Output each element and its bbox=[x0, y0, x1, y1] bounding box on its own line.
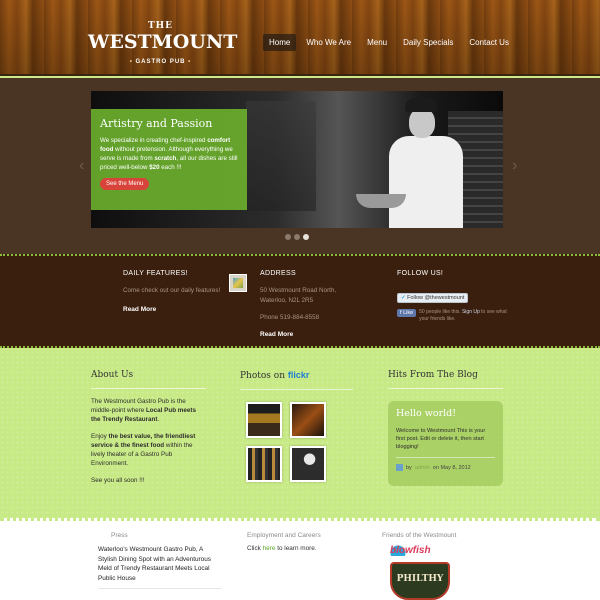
press-title: Press bbox=[111, 532, 128, 539]
flickr-photo-4[interactable] bbox=[290, 446, 326, 482]
hero-slider: Artistry and Passion We specialize in cr… bbox=[91, 91, 503, 228]
facebook-icon: f bbox=[400, 310, 402, 316]
blog-post-title[interactable]: Hello world! bbox=[396, 408, 495, 419]
logo-name: WESTMOUNT bbox=[88, 31, 238, 53]
blog-section: Hits From The Blog bbox=[388, 370, 503, 389]
blowfish-logo[interactable]: blowfish bbox=[388, 545, 448, 556]
main-nav: Home Who We Are Menu Daily Specials Cont… bbox=[263, 34, 519, 51]
press-section: Press Waterloo's Westmount Gastro Pub, A… bbox=[98, 532, 222, 594]
follow-us: FOLLOW US! ✓ Follow @thewestmount f Like… bbox=[397, 270, 517, 323]
see-menu-button[interactable]: See the Menu bbox=[100, 178, 150, 190]
address-line1: 50 Westmount Road North, bbox=[260, 287, 337, 294]
blog-post-excerpt: Welcome to Westmount This is your first … bbox=[396, 427, 495, 458]
press-article-link[interactable]: Waterloo's Westmount Gastro Pub, A Styli… bbox=[98, 545, 222, 589]
logo-bullet-left: • bbox=[129, 59, 133, 65]
slider-dot-1[interactable] bbox=[285, 234, 291, 240]
site-logo[interactable]: THE WESTMOUNT • GASTRO PUB • bbox=[88, 21, 238, 66]
facebook-like-row: f Like 50 people like this. Sign Up to s… bbox=[397, 309, 517, 323]
site-footer: Press Waterloo's Westmount Gastro Pub, A… bbox=[0, 518, 600, 600]
slider-next-arrow[interactable]: › bbox=[512, 157, 517, 175]
careers-title: Employment and Careers bbox=[247, 532, 321, 539]
map-thumbnail-icon[interactable] bbox=[229, 274, 247, 292]
chef-photo bbox=[356, 96, 471, 228]
careers-section: Employment and Careers Click here to lea… bbox=[247, 532, 367, 552]
careers-text: Click here to learn more. bbox=[247, 545, 317, 552]
flickr-logo[interactable]: flickr bbox=[288, 370, 310, 380]
flickr-photo-2[interactable] bbox=[290, 402, 326, 438]
blog-author-link[interactable]: admin bbox=[415, 465, 430, 471]
slider-dot-2[interactable] bbox=[294, 234, 300, 240]
daily-features: DAILY FEATURES! Come check out our daily… bbox=[123, 270, 223, 313]
site-header: THE WESTMOUNT • GASTRO PUB • Home Who We… bbox=[0, 0, 600, 76]
blog-post-card: Hello world! Welcome to Westmount This i… bbox=[388, 401, 503, 486]
features-bar: DAILY FEATURES! Come check out our daily… bbox=[0, 254, 600, 348]
about-title: About Us bbox=[91, 370, 206, 389]
daily-read-more-link[interactable]: Read More bbox=[123, 306, 223, 313]
about-section: About Us The Westmount Gastro Pub is the… bbox=[91, 370, 206, 485]
daily-features-text: Come check out our daily features! bbox=[123, 287, 221, 294]
hero-section: ‹ Artistry and Passion We specialize in … bbox=[0, 78, 600, 254]
blog-post-date: on May 8, 2012 bbox=[432, 464, 471, 471]
logo-bullet-right: • bbox=[188, 59, 192, 65]
address-block: ADDRESS 50 Westmount Road North, Waterlo… bbox=[260, 270, 370, 338]
about-paragraph-1: The Westmount Gastro Pub is the middle-p… bbox=[91, 398, 196, 423]
photos-section: Photos on flickr bbox=[240, 370, 353, 390]
slide-caption: Artistry and Passion We specialize in cr… bbox=[91, 109, 247, 210]
slide-title: Artistry and Passion bbox=[100, 117, 213, 130]
main-content: About Us The Westmount Gastro Pub is the… bbox=[0, 350, 600, 518]
logo-subtitle: • GASTRO PUB • bbox=[88, 59, 233, 65]
daily-features-title: DAILY FEATURES! bbox=[123, 270, 188, 277]
facebook-signup-link[interactable]: Sign Up bbox=[462, 309, 480, 315]
twitter-bird-icon: ✓ bbox=[401, 295, 406, 301]
facebook-like-text: 50 people like this. Sign Up to see what… bbox=[419, 309, 507, 322]
slide-text: We specialize in creating chef-inspired … bbox=[100, 137, 238, 171]
address-phone: Phone 519-884-8558 bbox=[260, 314, 320, 321]
blog-section-title: Hits From The Blog bbox=[388, 370, 503, 389]
logo-sub-text: GASTRO PUB bbox=[135, 59, 186, 65]
nav-menu[interactable]: Menu bbox=[361, 34, 393, 51]
follow-title: FOLLOW US! bbox=[397, 270, 444, 277]
blog-post-meta: by admin on May 8, 2012 bbox=[396, 464, 495, 471]
about-paragraph-2: Enjoy the best value, the friendliest se… bbox=[91, 433, 196, 467]
philthy-logo[interactable]: PHILTHY bbox=[390, 562, 450, 600]
facebook-like-button[interactable]: f Like bbox=[397, 309, 417, 317]
nav-contact-us[interactable]: Contact Us bbox=[463, 34, 515, 51]
slider-prev-arrow[interactable]: ‹ bbox=[79, 157, 84, 175]
friends-title: Friends of the Westmount bbox=[382, 532, 457, 539]
slider-dots bbox=[285, 234, 312, 240]
nav-home[interactable]: Home bbox=[263, 34, 297, 51]
address-title: ADDRESS bbox=[260, 270, 296, 277]
address-line2: Waterloo, N2L 2R5 bbox=[260, 297, 314, 304]
flickr-photo-1[interactable] bbox=[246, 402, 282, 438]
about-paragraph-3: See you all soon !!! bbox=[91, 477, 145, 484]
blog-by-label: by bbox=[406, 464, 412, 471]
kitchen-background bbox=[246, 101, 316, 211]
nav-who-we-are[interactable]: Who We Are bbox=[300, 34, 357, 51]
author-avatar bbox=[396, 464, 403, 471]
nav-daily-specials[interactable]: Daily Specials bbox=[397, 34, 459, 51]
slider-dot-3[interactable] bbox=[303, 234, 309, 240]
friends-section: Friends of the Westmount blowfish PHILTH… bbox=[382, 532, 492, 600]
photos-title: Photos on flickr bbox=[240, 370, 353, 390]
twitter-follow-button[interactable]: ✓ Follow @thewestmount bbox=[397, 293, 469, 303]
careers-here-link[interactable]: here bbox=[263, 545, 276, 552]
flickr-photo-3[interactable] bbox=[246, 446, 282, 482]
address-read-more-link[interactable]: Read More bbox=[260, 331, 370, 338]
logo-the: THE bbox=[147, 21, 174, 31]
